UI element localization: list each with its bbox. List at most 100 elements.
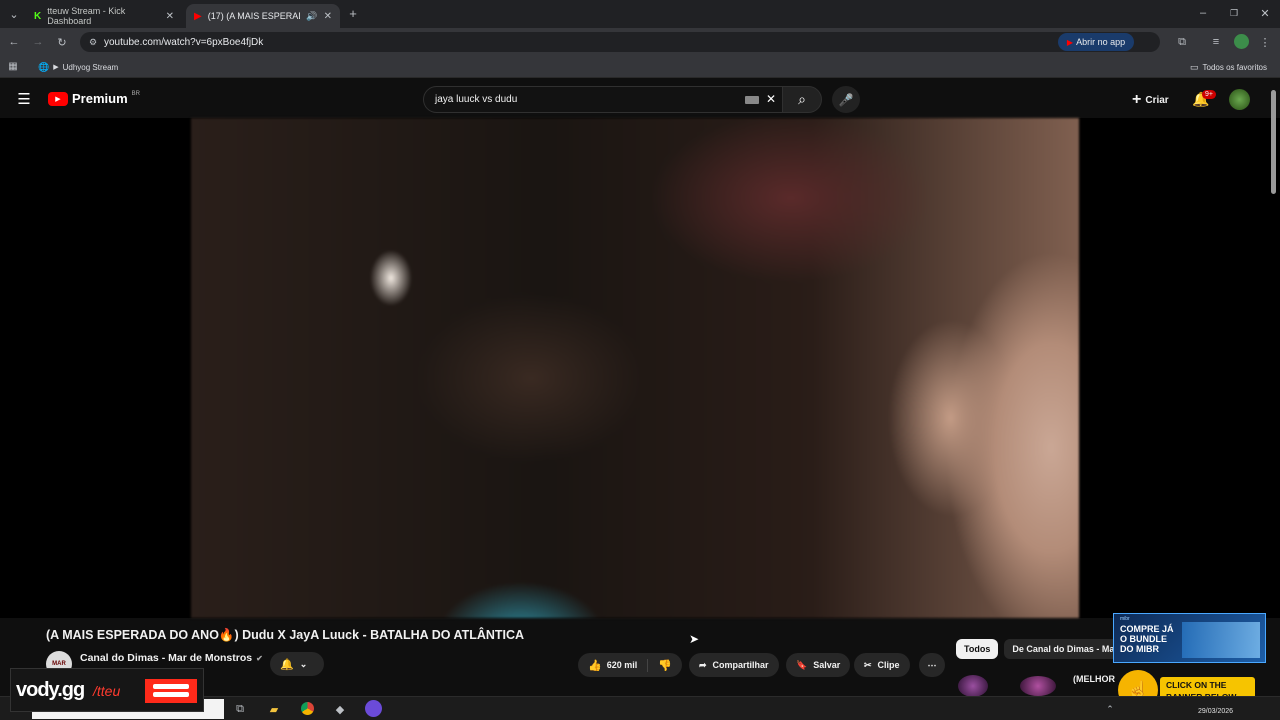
profile-avatar[interactable] (1234, 34, 1249, 49)
open-in-app-button[interactable]: ▶ Abrir no app (1058, 33, 1134, 51)
extensions-icon[interactable]: ⧉ (1175, 35, 1189, 49)
share-icon: ➦ (699, 659, 707, 670)
keyboard-icon[interactable] (745, 96, 759, 104)
back-icon[interactable]: ← (7, 35, 21, 49)
plus-icon: + (1132, 91, 1142, 108)
play-icon: ▶ (53, 64, 59, 71)
tab-youtube[interactable]: ▶ (17) (A MAIS ESPERADA DO 🔊 ✕ (186, 4, 340, 28)
search-input[interactable]: jaya luuck vs dudu ✕ (423, 86, 783, 113)
video-player[interactable] (191, 118, 1079, 618)
thumbs-up-icon: 👍 (588, 659, 602, 672)
mibr-line: DO MIBR (1120, 644, 1159, 654)
click-line: CLICK ON THE (1166, 680, 1227, 690)
address-bar[interactable]: ⚙ youtube.com/watch?v=6pxBoe4fjDk ▶ Abri… (80, 32, 1160, 52)
site-info-icon[interactable]: ⚙ (86, 35, 100, 49)
hamburger-menu-icon[interactable]: ☰ (16, 91, 32, 108)
clip-button[interactable]: ✂ Clipe (854, 653, 910, 677)
obs-taskbar-icon[interactable] (365, 700, 382, 717)
bookmark-udhyog[interactable]: 🌐 ▶ Udhyog Stream (38, 60, 118, 74)
scissors-icon: ✂ (864, 659, 872, 670)
youtube-avatar[interactable] (1229, 89, 1250, 110)
mouse-cursor-icon: ➤ (688, 632, 700, 646)
menu-icon[interactable]: ⋮ (1258, 35, 1272, 49)
related-thumbnail[interactable] (958, 675, 988, 697)
mibr-product-image (1182, 622, 1260, 658)
youtube-icon: ▶ (194, 10, 202, 22)
dislike-button[interactable]: 👎 (647, 658, 682, 672)
related-title[interactable]: (MELHOR (1073, 674, 1115, 684)
folder-icon: ▭ (1190, 61, 1199, 72)
search-button[interactable]: ⌕ (782, 86, 822, 113)
chip-channel[interactable]: De Canal do Dimas - Mar (1004, 639, 1126, 659)
subscription-bell-button[interactable]: 🔔 ⌄ (270, 652, 324, 676)
chevron-down-icon: ⌄ (299, 658, 308, 669)
youtube-icon: ▶ (1066, 37, 1074, 47)
tab-strip: ⌄ K tteuw Stream - Kick Dashboard ✕ ▶ (1… (0, 0, 1280, 28)
media-icon[interactable]: ≡ (1209, 35, 1223, 49)
file-explorer-icon[interactable]: ▰ (266, 701, 282, 717)
minimize-icon[interactable]: – (1196, 6, 1210, 20)
clip-label: Clipe (877, 660, 900, 670)
vody-logo: vody.gg (16, 679, 85, 702)
create-label: Criar (1145, 94, 1169, 106)
video-title: (A MAIS ESPERADA DO ANO🔥) Dudu X JayA Lu… (46, 628, 525, 642)
speaker-icon[interactable]: 🔊 (306, 11, 317, 22)
related-thumbnail-2[interactable] (1020, 676, 1056, 696)
verified-icon: ✔ (256, 653, 263, 663)
vody-bar (153, 684, 189, 689)
favorites-label: Todos os favoritos (1202, 62, 1267, 72)
taskbar-date: 29/03/2026 (1198, 708, 1234, 715)
bookmark-icon: 🔖 (796, 659, 808, 670)
tab-label: tteuw Stream - Kick Dashboard (47, 6, 126, 26)
chrome-taskbar-icon[interactable] (299, 700, 316, 717)
tab-search-chevron-icon[interactable]: ⌄ (6, 6, 22, 22)
bookmarks-bar: ▦ 🌐 ▶ Udhyog Stream ▭ Todos os favoritos (0, 56, 1280, 78)
bookmark-label: Udhyog Stream (62, 62, 119, 72)
vody-bars-icon (145, 679, 197, 703)
restore-icon[interactable]: ❐ (1227, 6, 1241, 20)
close-tab-icon[interactable]: ✕ (166, 11, 174, 22)
clear-search-icon[interactable]: ✕ (764, 92, 778, 106)
region-code: BR (131, 90, 140, 97)
open-in-app-label: Abrir no app (1076, 37, 1126, 47)
channel-name-link[interactable]: Canal do Dimas - Mar de Monstros ✔ (80, 652, 263, 664)
related-filter-chips: Todos De Canal do Dimas - Mar (956, 639, 1126, 659)
chip-all[interactable]: Todos (956, 639, 999, 659)
page-scrollbar[interactable] (1271, 90, 1276, 194)
url-text: youtube.com/watch?v=6pxBoe4fjDk (104, 36, 264, 48)
notification-badge: 9+ (1202, 90, 1216, 99)
tab-kick-dashboard[interactable]: K tteuw Stream - Kick Dashboard ✕ (26, 4, 182, 28)
share-button[interactable]: ➦ Compartilhar (689, 653, 779, 677)
close-window-icon[interactable]: ✕ (1258, 6, 1272, 20)
mibr-text: COMPRE JÁ O BUNDLE DO MIBR (1120, 624, 1174, 654)
new-tab-icon[interactable]: + (346, 6, 360, 21)
mibr-line: O BUNDLE (1120, 634, 1167, 644)
like-button[interactable]: 👍 620 mil (588, 659, 637, 672)
close-tab-icon[interactable]: ✕ (324, 11, 332, 22)
mibr-line: COMPRE JÁ (1120, 624, 1174, 634)
youtube-logo-icon: ▶ (48, 91, 68, 106)
kick-icon: K (34, 10, 42, 22)
save-button[interactable]: 🔖 Salvar (786, 653, 851, 677)
create-button[interactable]: + Criar (1132, 91, 1169, 109)
mibr-logo: mibr (1120, 616, 1130, 622)
like-count: 620 mil (606, 660, 638, 670)
youtube-premium-logo[interactable]: ▶ Premium BR (48, 91, 140, 106)
voice-search-button[interactable]: 🎤 (832, 86, 860, 113)
forward-icon[interactable]: → (31, 35, 45, 49)
more-actions-button[interactable]: ⋯ (919, 653, 945, 677)
task-view-icon[interactable]: ⧉ (232, 701, 248, 717)
all-favorites[interactable]: ▭ Todos os favoritos (1190, 60, 1267, 74)
vody-bar (153, 692, 189, 697)
tab-label: (17) (A MAIS ESPERADA DO (207, 11, 301, 21)
mibr-banner[interactable]: mibr COMPRE JÁ O BUNDLE DO MIBR (1113, 613, 1266, 663)
reload-icon[interactable]: ↻ (55, 35, 69, 49)
channel-name: Canal do Dimas - Mar de Monstros (80, 652, 253, 664)
thumbs-down-icon: 👎 (658, 659, 672, 672)
like-dislike-group: 👍 620 mil 👎 (578, 653, 682, 677)
app-diamond-icon[interactable]: ◆ (332, 701, 348, 717)
tray-chevron-icon[interactable]: ⌃ (1104, 701, 1116, 717)
mic-icon: 🎤 (838, 92, 854, 107)
share-label: Compartilhar (712, 660, 769, 670)
apps-grid-icon[interactable]: ▦ (7, 60, 19, 72)
